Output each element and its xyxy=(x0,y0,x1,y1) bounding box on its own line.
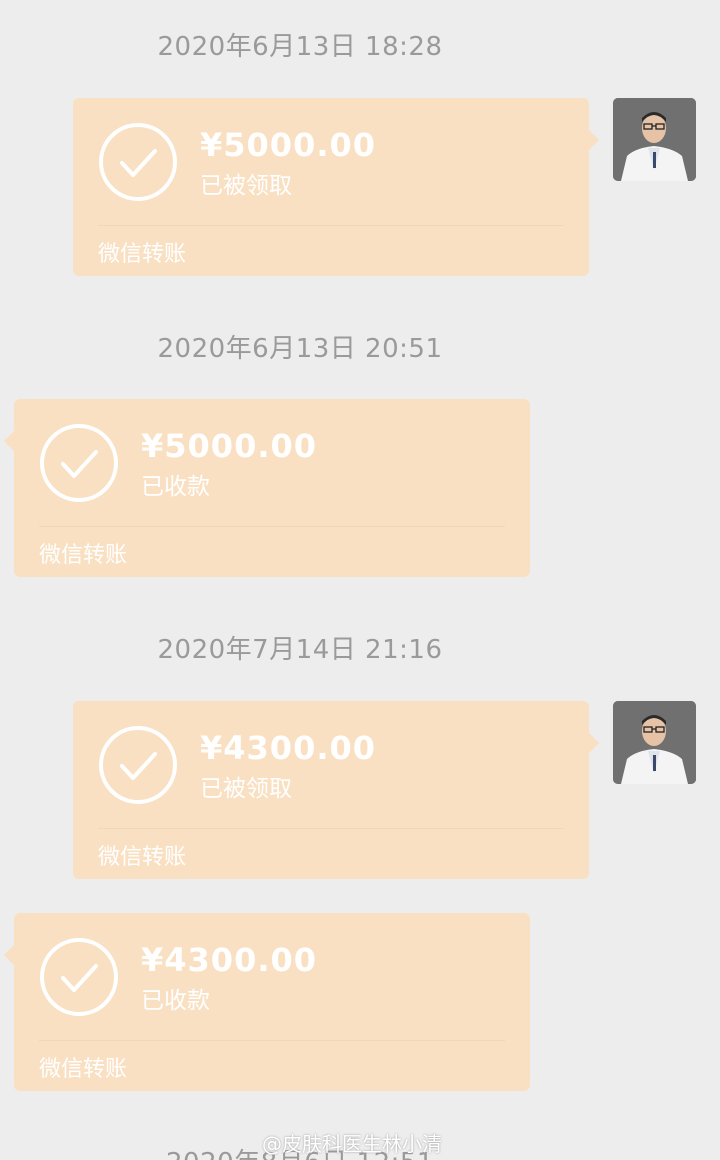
divider xyxy=(39,526,505,527)
transfer-status: 已收款 xyxy=(141,474,210,500)
avatar[interactable] xyxy=(613,98,696,181)
transfer-status: 已被领取 xyxy=(200,173,292,199)
transfer-amount: ¥5000.00 xyxy=(200,126,377,164)
check-circle-icon xyxy=(40,938,118,1016)
wechat-transfer-label: 微信转账 xyxy=(98,845,187,870)
wechat-transfer-label: 微信转账 xyxy=(39,543,128,568)
transfer-status: 已被领取 xyxy=(200,776,292,802)
wechat-transfer-label: 微信转账 xyxy=(39,1057,128,1082)
bubble-tail xyxy=(589,130,599,150)
avatar[interactable] xyxy=(613,701,696,784)
timestamp: 2020年6月13日 18:28 xyxy=(157,32,443,62)
doctor-avatar-icon xyxy=(613,98,696,181)
doctor-avatar-icon xyxy=(613,701,696,784)
wechat-transfer-label: 微信转账 xyxy=(98,242,187,267)
timestamp: 2020年7月14日 21:16 xyxy=(157,635,443,665)
transfer-bubble-received[interactable]: ¥4300.00 已收款 微信转账 xyxy=(4,913,530,1091)
transfer-amount: ¥4300.00 xyxy=(141,941,318,979)
divider xyxy=(98,225,564,226)
timestamp: 2020年6月13日 20:51 xyxy=(157,334,443,364)
transfer-amount: ¥5000.00 xyxy=(141,427,318,465)
bubble-tail xyxy=(4,945,14,965)
check-circle-icon xyxy=(99,123,177,201)
bubble-tail xyxy=(589,733,599,753)
divider xyxy=(98,828,564,829)
transfer-amount: ¥4300.00 xyxy=(200,729,377,767)
check-circle-icon xyxy=(40,424,118,502)
transfer-bubble-received[interactable]: ¥5000.00 已收款 微信转账 xyxy=(4,399,530,577)
divider xyxy=(39,1040,505,1041)
weibo-watermark: @皮肤科医生林小清 xyxy=(262,1132,442,1156)
transfer-bubble-sent[interactable]: ¥5000.00 已被领取 微信转账 xyxy=(73,98,599,276)
check-circle-icon xyxy=(99,726,177,804)
transfer-status: 已收款 xyxy=(141,988,210,1014)
transfer-bubble-sent[interactable]: ¥4300.00 已被领取 微信转账 xyxy=(73,701,599,879)
bubble-tail xyxy=(4,431,14,451)
